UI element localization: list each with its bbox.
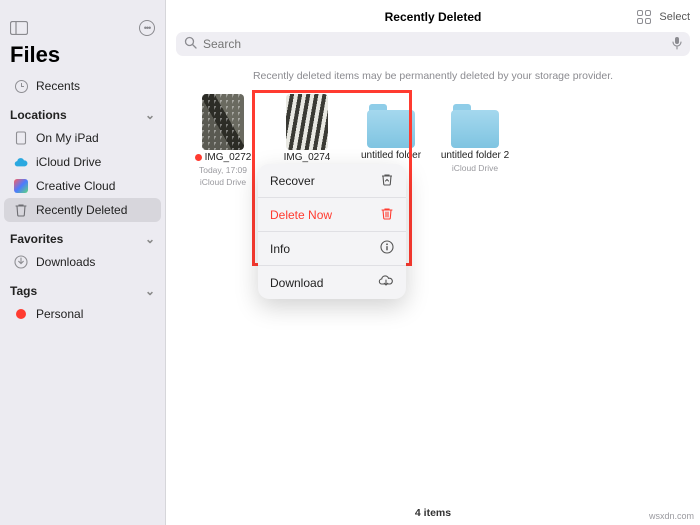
provider-note: Recently deleted items may be permanentl… — [166, 70, 700, 82]
folder-icon — [451, 110, 499, 148]
restore-trash-icon — [380, 172, 394, 189]
watermark: wsxdn.com — [649, 511, 694, 521]
menu-info[interactable]: Info — [258, 232, 406, 266]
topbar: Recently Deleted Select — [166, 0, 700, 26]
folder-icon — [367, 110, 415, 148]
sidebar-item-label: Downloads — [36, 255, 151, 269]
sidebar-item-creative-cloud[interactable]: Creative Cloud — [4, 174, 161, 198]
cloud-download-icon — [378, 274, 394, 291]
sidebar-item-label: Recents — [36, 79, 151, 93]
section-locations[interactable]: Locations ⌄ — [0, 98, 165, 126]
app-title: Files — [0, 40, 165, 74]
download-icon — [14, 255, 28, 269]
folder-item[interactable]: untitled folder 2 iCloud Drive — [446, 94, 504, 187]
search-input[interactable] — [203, 37, 666, 51]
sidebar-item-label: Recently Deleted — [36, 203, 151, 217]
menu-recover[interactable]: Recover — [258, 164, 406, 198]
page-title: Recently Deleted — [385, 10, 482, 24]
chevron-down-icon: ⌄ — [145, 108, 155, 122]
info-icon — [380, 240, 394, 257]
trash-icon — [14, 203, 28, 217]
view-grid-icon[interactable] — [637, 10, 651, 24]
file-thumbnail — [286, 94, 328, 150]
footer-count: 4 items — [166, 501, 700, 525]
sidebar-item-label: Creative Cloud — [36, 179, 151, 193]
menu-delete-now[interactable]: Delete Now — [258, 198, 406, 232]
sidebar-item-recently-deleted[interactable]: Recently Deleted — [4, 198, 161, 222]
search-icon — [184, 36, 197, 52]
file-location: iCloud Drive — [452, 163, 498, 173]
sidebar-item-icloud[interactable]: iCloud Drive — [4, 150, 161, 174]
sidebar-item-label: Personal — [36, 307, 151, 321]
menu-label: Info — [270, 242, 290, 256]
file-location: iCloud Drive — [200, 177, 246, 187]
sidebar-item-label: iCloud Drive — [36, 155, 151, 169]
select-button[interactable]: Select — [659, 11, 690, 23]
sidebar-item-tag-personal[interactable]: Personal — [4, 302, 161, 326]
menu-download[interactable]: Download — [258, 266, 406, 299]
sync-status-icon — [195, 154, 202, 161]
section-tags[interactable]: Tags ⌄ — [0, 274, 165, 302]
creative-cloud-icon — [14, 179, 28, 193]
main-panel: Recently Deleted Select Recently deleted… — [166, 0, 700, 525]
menu-label: Delete Now — [270, 208, 332, 222]
items-grid: IMG_0272 Today, 17:09 iCloud Drive IMG_0… — [166, 90, 700, 191]
chevron-down-icon: ⌄ — [145, 232, 155, 246]
sidebar-toggle-icon[interactable] — [10, 21, 28, 35]
sidebar: ••• Files Recents Locations ⌄ On My iPad… — [0, 0, 166, 525]
trash-icon — [380, 206, 394, 223]
search-field[interactable] — [176, 32, 690, 56]
cloud-icon — [14, 155, 28, 169]
file-name: IMG_0272 — [205, 152, 252, 163]
menu-label: Download — [270, 276, 323, 290]
tag-dot-icon — [14, 307, 28, 321]
chevron-down-icon: ⌄ — [145, 284, 155, 298]
file-item[interactable]: IMG_0272 Today, 17:09 iCloud Drive — [194, 94, 252, 187]
mic-icon[interactable] — [672, 36, 682, 53]
sidebar-item-label: On My iPad — [36, 131, 151, 145]
sidebar-item-on-my-ipad[interactable]: On My iPad — [4, 126, 161, 150]
file-name: IMG_0274 — [284, 152, 331, 163]
menu-label: Recover — [270, 174, 315, 188]
more-icon[interactable]: ••• — [139, 20, 155, 36]
sidebar-item-downloads[interactable]: Downloads — [4, 250, 161, 274]
clock-icon — [14, 79, 28, 93]
folder-name: untitled folder — [361, 150, 421, 161]
context-menu: Recover Delete Now Info Download — [258, 164, 406, 299]
file-subtitle: Today, 17:09 — [199, 165, 247, 175]
file-thumbnail — [202, 94, 244, 150]
section-favorites[interactable]: Favorites ⌄ — [0, 222, 165, 250]
sidebar-recents[interactable]: Recents — [4, 74, 161, 98]
ipad-icon — [14, 131, 28, 145]
folder-name: untitled folder 2 — [441, 150, 509, 161]
